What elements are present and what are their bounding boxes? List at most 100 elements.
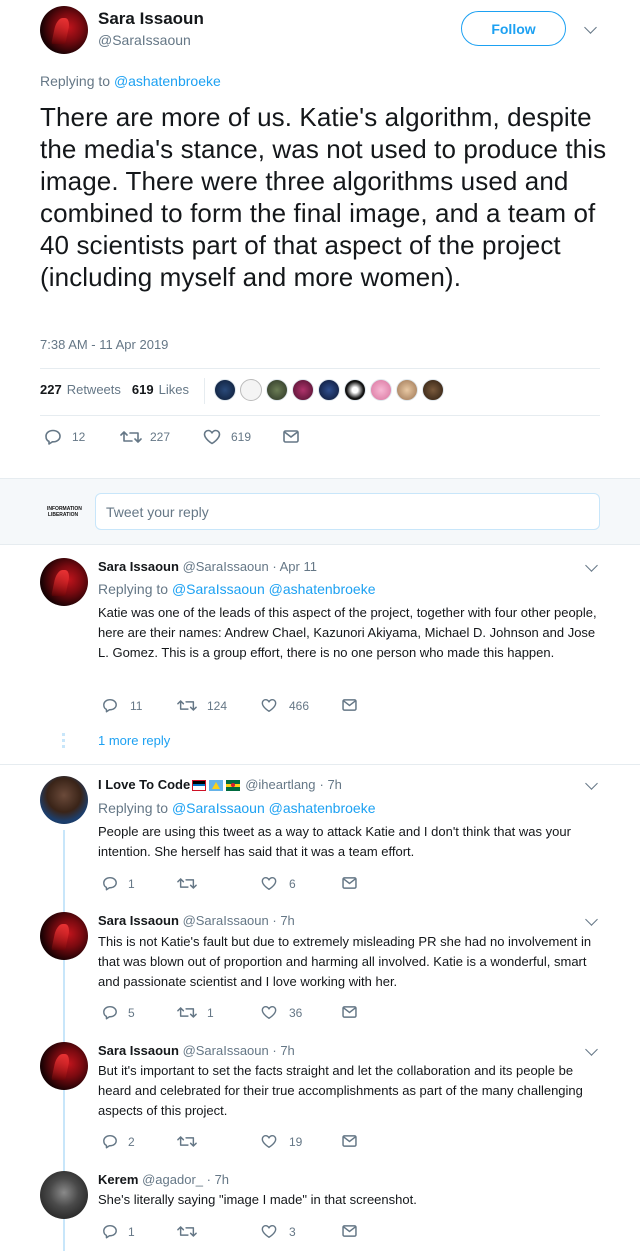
direct-message-action[interactable]: [342, 877, 357, 889]
reply-count: 1: [128, 876, 135, 891]
reply-action[interactable]: 11: [102, 698, 142, 713]
retweet-icon: [177, 1136, 197, 1147]
reply-header: Sara Issaoun @SaraIssaoun · 7h: [98, 912, 295, 930]
liker-avatar[interactable]: [318, 379, 340, 401]
liker-avatar[interactable]: [344, 379, 366, 401]
liker-avatar[interactable]: [214, 379, 236, 401]
retweet-action[interactable]: [177, 876, 207, 891]
reply-icon: [103, 1225, 117, 1239]
direct-message-action[interactable]: [342, 1135, 357, 1147]
direct-message-action[interactable]: [342, 1006, 357, 1018]
replying-to-line: Replying to @ashatenbroeke: [40, 73, 221, 89]
more-replies-link[interactable]: 1 more reply: [98, 733, 170, 748]
reply-action[interactable]: 2: [102, 1134, 135, 1149]
tweet-timestamp[interactable]: 7:38 AM - 11 Apr 2019: [40, 337, 168, 352]
follow-button[interactable]: Follow: [461, 11, 566, 46]
like-count: 19: [289, 1134, 303, 1149]
reply-action[interactable]: 1: [102, 1224, 135, 1239]
author-name[interactable]: Sara Issaoun: [98, 9, 204, 29]
envelope-icon: [342, 1135, 357, 1147]
retweet-count: 124: [207, 698, 228, 713]
reply-time[interactable]: · 7h: [272, 913, 294, 928]
replying-prefix: Replying to: [40, 73, 111, 89]
divider: [0, 764, 640, 765]
replying-to-link[interactable]: @ashatenbroeke: [114, 73, 221, 89]
liker-avatar[interactable]: [370, 379, 392, 401]
direct-message-action[interactable]: [283, 430, 299, 443]
author-handle[interactable]: @iheartlang: [245, 776, 315, 794]
author-name[interactable]: Sara Issaoun: [98, 1043, 179, 1058]
direct-message-action[interactable]: [342, 1225, 357, 1237]
chevron-down-icon[interactable]: [584, 21, 597, 34]
retweet-icon: [177, 700, 197, 711]
retweet-action[interactable]: 124: [177, 698, 227, 713]
reply-action[interactable]: 5: [102, 1005, 135, 1020]
avatar[interactable]: [40, 776, 88, 824]
reply-text: This is not Katie's fault but due to ext…: [98, 934, 592, 989]
reply-input-placeholder: Tweet your reply: [106, 503, 209, 520]
liker-avatar[interactable]: [266, 379, 288, 401]
thread-dots-icon: [62, 733, 65, 748]
like-action[interactable]: 36: [261, 1005, 302, 1020]
liker-avatar[interactable]: [292, 379, 314, 401]
retweet-icon: [177, 1226, 197, 1237]
replying-to-link[interactable]: @SaraIssaoun @ashatenbroeke: [172, 800, 376, 816]
envelope-icon: [342, 1006, 357, 1018]
reply-header: I Love To Code @iheartlang · 7h: [98, 776, 342, 794]
retweet-action[interactable]: 1: [177, 1005, 214, 1020]
direct-message-action[interactable]: [342, 699, 357, 711]
author-handle[interactable]: @SaraIssaoun: [183, 913, 269, 928]
envelope-icon: [283, 430, 299, 443]
reply-header: Sara Issaoun @SaraIssaoun · 7h: [98, 1042, 295, 1060]
reply-action[interactable]: 1: [102, 876, 135, 891]
author-handle[interactable]: @agador_: [142, 1172, 203, 1187]
reply-count: 1: [128, 1224, 135, 1239]
replying-to-link[interactable]: @SaraIssaoun @ashatenbroeke: [172, 581, 376, 597]
reply-time[interactable]: · 7h: [207, 1172, 229, 1187]
chevron-down-icon[interactable]: [585, 913, 598, 926]
chevron-down-icon[interactable]: [585, 777, 598, 790]
envelope-icon: [342, 1225, 357, 1237]
reply-time[interactable]: · 7h: [272, 1043, 294, 1058]
divider: [40, 368, 600, 369]
author-name[interactable]: Sara Issaoun: [98, 913, 179, 928]
retweet-action[interactable]: [177, 1134, 207, 1149]
like-action[interactable]: 3: [261, 1224, 296, 1239]
retweets-label[interactable]: Retweets: [67, 382, 121, 397]
likes-label[interactable]: Likes: [159, 382, 189, 397]
like-action[interactable]: 19: [261, 1134, 302, 1149]
avatar[interactable]: [40, 558, 88, 606]
liker-avatar[interactable]: [396, 379, 418, 401]
retweet-action[interactable]: 227: [120, 429, 170, 445]
reply-time[interactable]: · 7h: [320, 776, 342, 794]
like-action[interactable]: 619: [203, 429, 251, 445]
reply-text: She's literally saying "image I made" in…: [98, 1192, 417, 1207]
like-action[interactable]: 6: [261, 876, 296, 891]
reply-input[interactable]: Tweet your reply: [95, 493, 600, 530]
chevron-down-icon[interactable]: [585, 559, 598, 572]
author-handle[interactable]: @SaraIssaoun: [98, 32, 191, 48]
author-name[interactable]: Kerem: [98, 1172, 138, 1187]
flag-icon: [209, 779, 224, 791]
reply-composer: INFORMATION LIBERATION Tweet your reply: [0, 478, 640, 545]
author-name[interactable]: Sara Issaoun: [98, 559, 179, 574]
liker-avatar[interactable]: [240, 379, 262, 401]
author-name[interactable]: I Love To Code: [98, 776, 190, 794]
likes-count[interactable]: 619: [132, 382, 154, 397]
avatar[interactable]: [40, 1042, 88, 1090]
retweets-count[interactable]: 227: [40, 382, 62, 397]
reply-time[interactable]: · Apr 11: [272, 559, 317, 574]
like-action[interactable]: 466: [261, 698, 309, 713]
author-handle[interactable]: @SaraIssaoun: [183, 559, 269, 574]
author-handle[interactable]: @SaraIssaoun: [183, 1043, 269, 1058]
reply-action[interactable]: 12: [44, 429, 85, 445]
liker-avatar[interactable]: [422, 379, 444, 401]
chevron-down-icon[interactable]: [585, 1043, 598, 1056]
avatar[interactable]: [40, 912, 88, 960]
tweet-stats: 227 Retweets 619 Likes: [40, 382, 189, 397]
avatar[interactable]: [40, 1171, 88, 1219]
avatar[interactable]: [40, 6, 88, 54]
retweet-action[interactable]: [177, 1224, 207, 1239]
retweet-icon: [120, 431, 142, 443]
liker-avatars: [214, 379, 444, 401]
